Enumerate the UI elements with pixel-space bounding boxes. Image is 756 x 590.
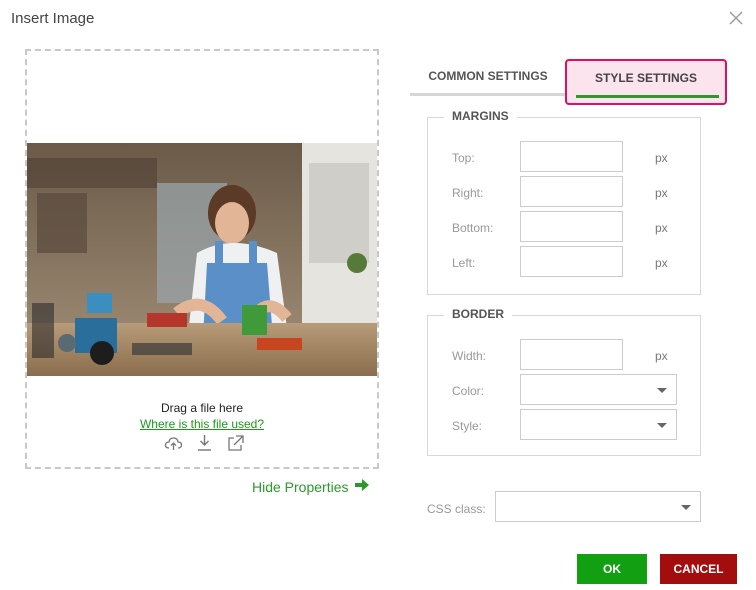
image-preview — [27, 143, 377, 376]
tab-style-settings-label: STYLE SETTINGS — [594, 71, 697, 85]
border-width-label: Width: — [452, 349, 487, 363]
margins-legend: MARGINS — [444, 109, 517, 123]
margin-top-unit: px — [655, 151, 668, 165]
arrow-right-icon — [354, 478, 370, 495]
css-class-select[interactable] — [495, 491, 701, 522]
border-style-label: Style: — [452, 419, 483, 433]
ok-button[interactable]: OK — [577, 554, 647, 584]
margin-left-unit: px — [655, 256, 668, 270]
download-icon[interactable] — [195, 434, 214, 452]
margins-fieldset: MARGINS Top: px Right: px Bottom: px Lef… — [427, 109, 701, 295]
chevron-down-icon — [681, 505, 691, 510]
chevron-down-icon — [657, 388, 667, 393]
active-tab-indicator — [576, 95, 719, 98]
hide-properties-toggle[interactable]: Hide Properties — [252, 478, 370, 495]
margin-bottom-label: Bottom: — [452, 221, 494, 235]
border-style-select[interactable] — [520, 409, 677, 440]
hide-properties-label: Hide Properties — [252, 478, 349, 495]
css-class-label: CSS class: — [427, 502, 486, 516]
margin-top-label: Top: — [452, 151, 475, 165]
border-legend: BORDER — [444, 307, 513, 321]
margin-bottom-input[interactable] — [520, 211, 623, 242]
upload-cloud-icon[interactable] — [164, 434, 183, 452]
settings-tabs: COMMON SETTINGS STYLE SETTINGS — [410, 58, 728, 105]
drag-file-text: Drag a file here — [160, 401, 244, 415]
border-width-input[interactable] — [520, 339, 623, 370]
border-color-select[interactable] — [520, 374, 677, 405]
cancel-button[interactable]: CANCEL — [660, 554, 737, 584]
margin-right-input[interactable] — [520, 176, 623, 207]
where-used-link[interactable]: Where is this file used? — [27, 417, 377, 431]
margin-right-unit: px — [655, 186, 668, 200]
open-external-icon[interactable] — [226, 434, 245, 452]
margin-bottom-unit: px — [655, 221, 668, 235]
border-color-label: Color: — [452, 384, 485, 398]
insert-image-dialog: Insert Image Drag a file here Where is t… — [0, 0, 756, 590]
dialog-title: Insert Image — [11, 10, 95, 27]
margin-right-label: Right: — [452, 186, 484, 200]
chevron-down-icon — [657, 423, 667, 428]
border-width-unit: px — [655, 349, 668, 363]
margin-left-label: Left: — [452, 256, 476, 270]
tab-common-settings[interactable]: COMMON SETTINGS — [410, 58, 566, 96]
margin-top-input[interactable] — [520, 141, 623, 172]
image-drop-zone[interactable]: Drag a file here Where is this file used… — [25, 49, 379, 469]
upload-actions — [164, 434, 245, 452]
tab-style-settings[interactable]: STYLE SETTINGS — [565, 59, 727, 105]
margin-left-input[interactable] — [520, 246, 623, 277]
border-fieldset: BORDER Width: px Color: Style: — [427, 307, 701, 456]
close-icon[interactable] — [728, 10, 744, 26]
